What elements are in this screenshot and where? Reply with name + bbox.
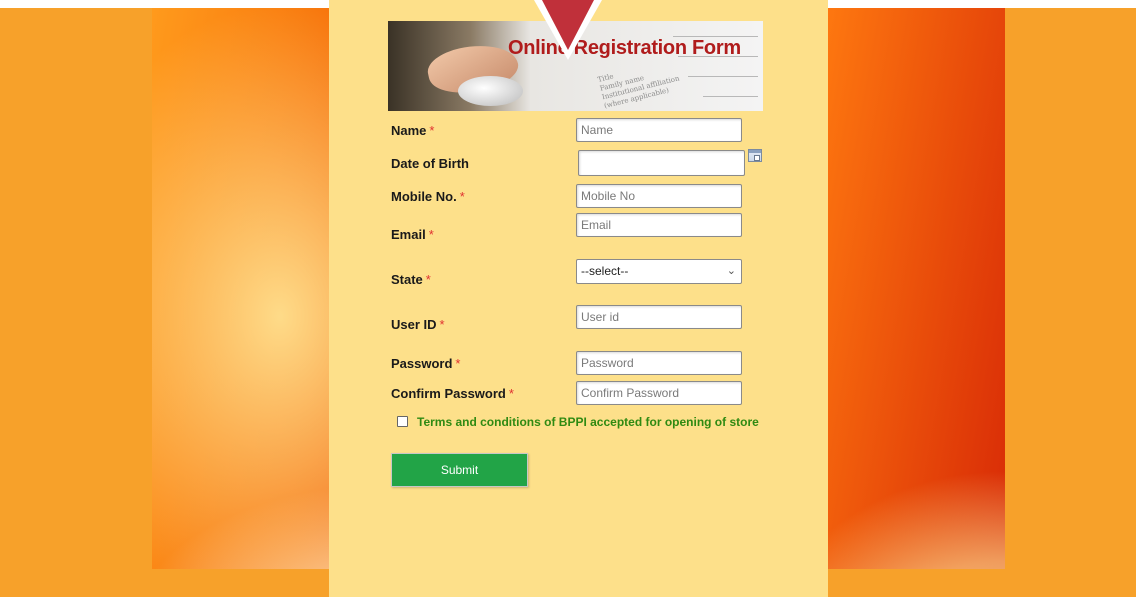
name-input[interactable] [576,118,742,142]
password-label: Password * [391,356,461,371]
name-label: Name * [391,123,435,138]
user-id-label: User ID * [391,317,445,332]
dob-input[interactable] [578,150,745,176]
terms-checkbox[interactable] [397,416,408,427]
confirm-password-input[interactable] [576,381,742,405]
password-input[interactable] [576,351,742,375]
confirm-password-label: Confirm Password * [391,386,514,401]
mobile-label: Mobile No. * [391,189,465,204]
terms-label[interactable]: Terms and conditions of BPPI accepted fo… [417,415,759,429]
form-paper-text: Title Family name Institutional affiliat… [596,72,681,111]
user-id-input[interactable] [576,305,742,329]
email-label: Email * [391,227,434,242]
mobile-input[interactable] [576,184,742,208]
state-selected-value: --select-- [581,264,629,278]
mouse-image [458,76,523,106]
state-select[interactable]: --select-- ⌄ [576,259,742,284]
email-input[interactable] [576,213,742,237]
pin-arrow-icon [534,0,602,60]
chevron-down-icon: ⌄ [726,265,736,277]
state-label: State * [391,272,431,287]
calendar-icon[interactable] [748,149,762,162]
dob-label: Date of Birth [391,156,469,171]
submit-button[interactable]: Submit [391,453,528,487]
